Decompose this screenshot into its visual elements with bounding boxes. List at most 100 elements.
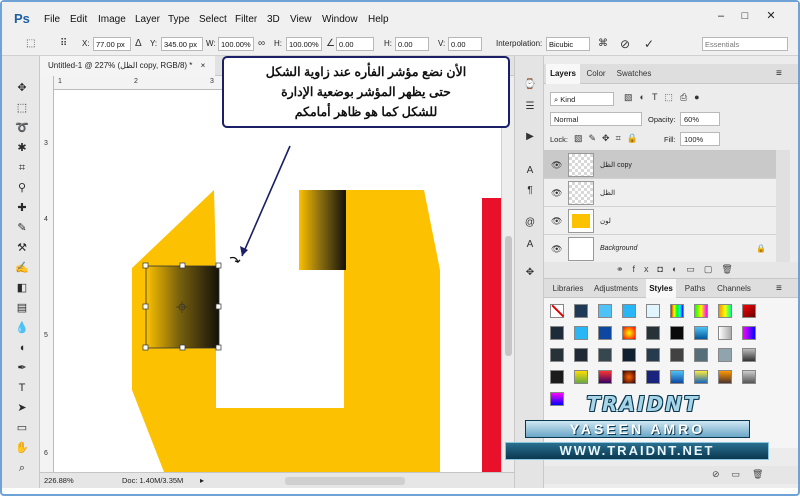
style-swatch[interactable] [694,370,708,384]
tab-styles[interactable]: Styles [646,279,676,299]
visibility-eye-icon[interactable]: 👁 [551,216,562,227]
style-swatch[interactable] [550,370,564,384]
tab-libraries[interactable]: Libraries [548,279,588,299]
layer-row-color[interactable]: 👁 لون [544,207,776,235]
tab-paths[interactable]: Paths [682,279,708,299]
style-swatch[interactable] [646,304,660,318]
cancel-transform-icon[interactable]: ⊘ [620,38,630,50]
style-swatch[interactable] [742,370,756,384]
hskew-field[interactable]: 0.00 [395,37,429,51]
visibility-eye-icon[interactable]: 👁 [551,244,562,255]
style-swatch[interactable] [670,370,684,384]
style-swatch[interactable] [646,370,660,384]
style-swatch[interactable] [742,326,756,340]
paragraph-panel-icon[interactable]: ¶ [523,184,537,198]
style-swatch[interactable] [694,348,708,362]
style-swatch[interactable] [694,326,708,340]
style-swatch[interactable] [646,348,660,362]
visibility-eye-icon[interactable]: 👁 [551,188,562,199]
style-swatch[interactable] [622,326,636,340]
fill-field[interactable]: 100% [680,132,720,146]
shape-tool-icon[interactable]: ▭ [14,420,30,436]
layer-row-shadow[interactable]: 👁 الظل [544,179,776,207]
close-button[interactable]: ✕ [762,9,780,23]
zoom-level[interactable]: 226.88% [44,476,74,485]
properties-panel-icon[interactable]: ☰ [523,100,537,114]
eyedropper-tool-icon[interactable]: ⚲ [14,180,30,196]
visibility-eye-icon[interactable]: 👁 [551,160,562,171]
minimize-button[interactable]: – [712,9,730,23]
style-swatch[interactable] [622,348,636,362]
interpolation-select[interactable]: Bicubic [546,37,590,51]
y-field[interactable]: 345.00 px [161,37,203,51]
crop-tool-icon[interactable]: ⌗ [14,160,30,176]
menu-edit[interactable]: Edit [70,14,87,25]
menu-image[interactable]: Image [98,14,126,25]
style-swatch[interactable] [598,370,612,384]
tab-swatches[interactable]: Swatches [614,64,654,84]
menu-file[interactable]: File [44,14,60,25]
style-swatch[interactable] [670,326,684,340]
style-swatch[interactable] [742,348,756,362]
document-tab-close[interactable]: × [201,61,206,70]
style-swatch[interactable] [670,348,684,362]
lasso-tool-icon[interactable]: ➰ [14,120,30,136]
dodge-tool-icon[interactable]: ◖ [14,340,30,356]
style-swatch[interactable] [718,370,732,384]
style-swatch[interactable] [646,326,660,340]
warp-icon[interactable]: ⌘ [598,38,608,50]
brush-tool-icon[interactable]: ✎ [14,220,30,236]
blend-mode-select[interactable]: Normal [550,112,642,126]
link-icon[interactable]: ∞ [258,38,265,50]
styles-panel-menu-icon[interactable]: ≡ [776,283,782,294]
layer-filter-icons[interactable]: ▧◐T⬚⎙● [624,92,707,103]
document-info[interactable]: Doc: 1.40M/3.35M [122,476,183,485]
style-swatch[interactable] [550,326,564,340]
style-swatch[interactable] [574,326,588,340]
scrollbar-thumb[interactable] [505,236,512,356]
layer-row-background[interactable]: 👁 Background 🔒 [544,235,776,263]
height-field[interactable]: 100.00% [286,37,322,51]
zoom-tool-icon[interactable]: ⌕ [14,460,30,476]
menu-window[interactable]: Window [322,14,358,25]
reference-point-icon[interactable]: ⠿ [60,38,67,50]
document-canvas[interactable] [54,90,501,472]
style-swatch[interactable] [622,370,636,384]
style-swatch[interactable] [742,304,756,318]
history-brush-tool-icon[interactable]: ✍ [14,260,30,276]
style-swatch[interactable] [718,326,732,340]
style-swatch[interactable] [670,304,684,318]
menu-view[interactable]: View [290,14,312,25]
panel-menu-icon[interactable]: ≡ [776,68,782,79]
style-swatch[interactable] [694,304,708,318]
tab-color[interactable]: Color [582,64,610,84]
type-tool-icon[interactable]: T [14,380,30,396]
history-panel-icon[interactable]: ⌚ [523,78,537,92]
menu-filter[interactable]: Filter [235,14,257,25]
transform-tool-icon[interactable]: ⬚ [26,38,35,50]
menu-help[interactable]: Help [368,14,389,25]
hand-tool-icon[interactable]: ✋ [14,440,30,456]
layer-row-shadow-copy[interactable]: 👁 الظل copy [544,151,776,179]
blur-tool-icon[interactable]: 💧 [14,320,30,336]
navigator-panel-icon[interactable]: ✥ [523,266,537,280]
layers-footer-buttons[interactable]: ⚭fx◘◐▭▢🗑 [544,262,798,278]
x-field[interactable]: 77.00 px [93,37,131,51]
layers-scrollbar[interactable] [776,150,790,262]
width-field[interactable]: 100.00% [218,37,254,51]
style-swatch[interactable] [718,304,732,318]
menu-type[interactable]: Type [168,14,190,25]
status-menu-arrow-icon[interactable]: ▸ [200,476,204,485]
style-swatch[interactable] [598,348,612,362]
style-swatch-none[interactable] [550,304,565,318]
pen-tool-icon[interactable]: ✒ [14,360,30,376]
character-styles-panel-icon[interactable]: A [523,238,537,252]
style-swatch[interactable] [574,370,588,384]
maximize-button[interactable]: □ [736,9,754,23]
glyphs-panel-icon[interactable]: @ [523,216,537,230]
menu-3d[interactable]: 3D [267,14,280,25]
horizontal-scrollbar-thumb[interactable] [285,477,405,485]
menu-layer[interactable]: Layer [135,14,160,25]
actions-panel-icon[interactable]: ▶ [523,130,537,144]
style-swatch[interactable] [550,348,564,362]
